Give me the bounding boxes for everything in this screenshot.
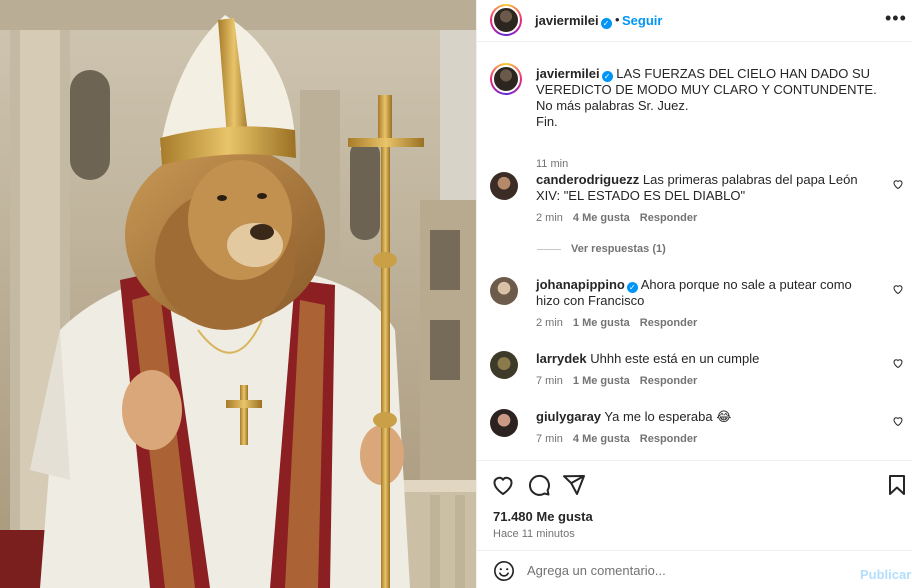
caption-time: 11 min — [536, 158, 569, 170]
comment-body: larrydek Uhhh este está en un cumple — [536, 351, 876, 367]
commenter-username[interactable]: johanapippino ✓ — [536, 277, 638, 293]
comment-body: giulygaray Ya me lo esperaba 😂 — [536, 409, 876, 425]
comment-meta: 7 min 4 Me gusta Responder — [536, 433, 697, 445]
reply-button[interactable]: Responder — [640, 317, 697, 329]
commenter-username[interactable]: larrydek — [536, 351, 587, 366]
separator-dot: • — [615, 12, 620, 27]
author-username[interactable]: javiermilei ✓ — [535, 13, 612, 29]
comments-list[interactable]: javiermilei ✓ LAS FUERZAS DEL CIELO HAN D… — [477, 43, 912, 459]
follow-button[interactable]: Seguir — [622, 13, 662, 28]
comment-text: Ya me lo esperaba 😂 — [604, 409, 732, 424]
author-avatar[interactable] — [490, 4, 522, 36]
comment-likes[interactable]: 4 Me gusta — [573, 212, 630, 224]
verified-badge-icon: ✓ — [601, 71, 613, 82]
caption-text: javiermilei ✓ LAS FUERZAS DEL CIELO HAN D… — [536, 66, 908, 130]
comment-time: 7 min — [536, 375, 563, 387]
post-header: javiermilei ✓ • Seguir ••• — [477, 0, 912, 42]
commenter-avatar[interactable] — [490, 351, 518, 379]
comment-icon[interactable] — [527, 473, 551, 497]
comment-likes[interactable]: 4 Me gusta — [573, 433, 630, 445]
comment-time: 2 min — [536, 212, 563, 224]
posted-ago: Hace 11 minutos — [493, 528, 575, 540]
heart-icon[interactable] — [892, 415, 904, 427]
reply-button[interactable]: Responder — [640, 433, 697, 445]
post-actions: 71.480 Me gusta Hace 11 minutos — [477, 460, 912, 550]
caption-line-3: Fin. — [536, 114, 558, 129]
emoji-icon[interactable] — [493, 560, 515, 582]
heart-icon[interactable] — [892, 283, 904, 295]
commenter-avatar[interactable] — [490, 409, 518, 437]
commenter-username[interactable]: canderodriguezz — [536, 172, 639, 187]
verified-badge-icon: ✓ — [626, 282, 638, 293]
likes-count[interactable]: 71.480 Me gusta — [493, 509, 593, 524]
comment-meta: 2 min 1 Me gusta Responder — [536, 317, 697, 329]
save-icon[interactable] — [885, 473, 909, 497]
lion-pope-illustration — [0, 0, 476, 588]
post-image[interactable] — [0, 0, 476, 588]
caption-avatar[interactable] — [490, 63, 522, 95]
add-comment-bar: Publicar — [477, 550, 912, 588]
verified-badge-icon: ✓ — [600, 18, 612, 29]
comment-likes[interactable]: 1 Me gusta — [573, 375, 630, 387]
reply-button[interactable]: Responder — [640, 212, 697, 224]
heart-icon[interactable] — [892, 357, 904, 369]
view-replies-button[interactable]: Ver respuestas (1) — [537, 243, 666, 255]
comment-time: 2 min — [536, 317, 563, 329]
publish-button[interactable]: Publicar — [860, 567, 911, 582]
caption-username[interactable]: javiermilei ✓ — [536, 66, 613, 82]
caption-line-2: No más palabras Sr. Juez. — [536, 98, 689, 113]
more-icon[interactable]: ••• — [885, 8, 907, 29]
commenter-avatar[interactable] — [490, 277, 518, 305]
share-icon[interactable] — [562, 473, 586, 497]
replies-line — [537, 248, 561, 250]
comment-meta: 2 min 4 Me gusta Responder — [536, 212, 697, 224]
commenter-username[interactable]: giulygaray — [536, 409, 601, 424]
comment-meta: 7 min 1 Me gusta Responder — [536, 375, 697, 387]
heart-icon[interactable] — [892, 178, 904, 190]
reply-button[interactable]: Responder — [640, 375, 697, 387]
comment-body: johanapippino ✓ Ahora porque no sale a pu… — [536, 277, 876, 309]
comment-likes[interactable]: 1 Me gusta — [573, 317, 630, 329]
comment-input[interactable] — [527, 559, 827, 581]
comment-text: Uhhh este está en un cumple — [590, 351, 760, 366]
commenter-avatar[interactable] — [490, 172, 518, 200]
post-panel: javiermilei ✓ • Seguir ••• javiermilei ✓ L… — [476, 0, 912, 588]
heart-icon[interactable] — [491, 473, 515, 497]
comment-time: 7 min — [536, 433, 563, 445]
comment-body: canderodriguezz Las primeras palabras de… — [536, 172, 876, 204]
